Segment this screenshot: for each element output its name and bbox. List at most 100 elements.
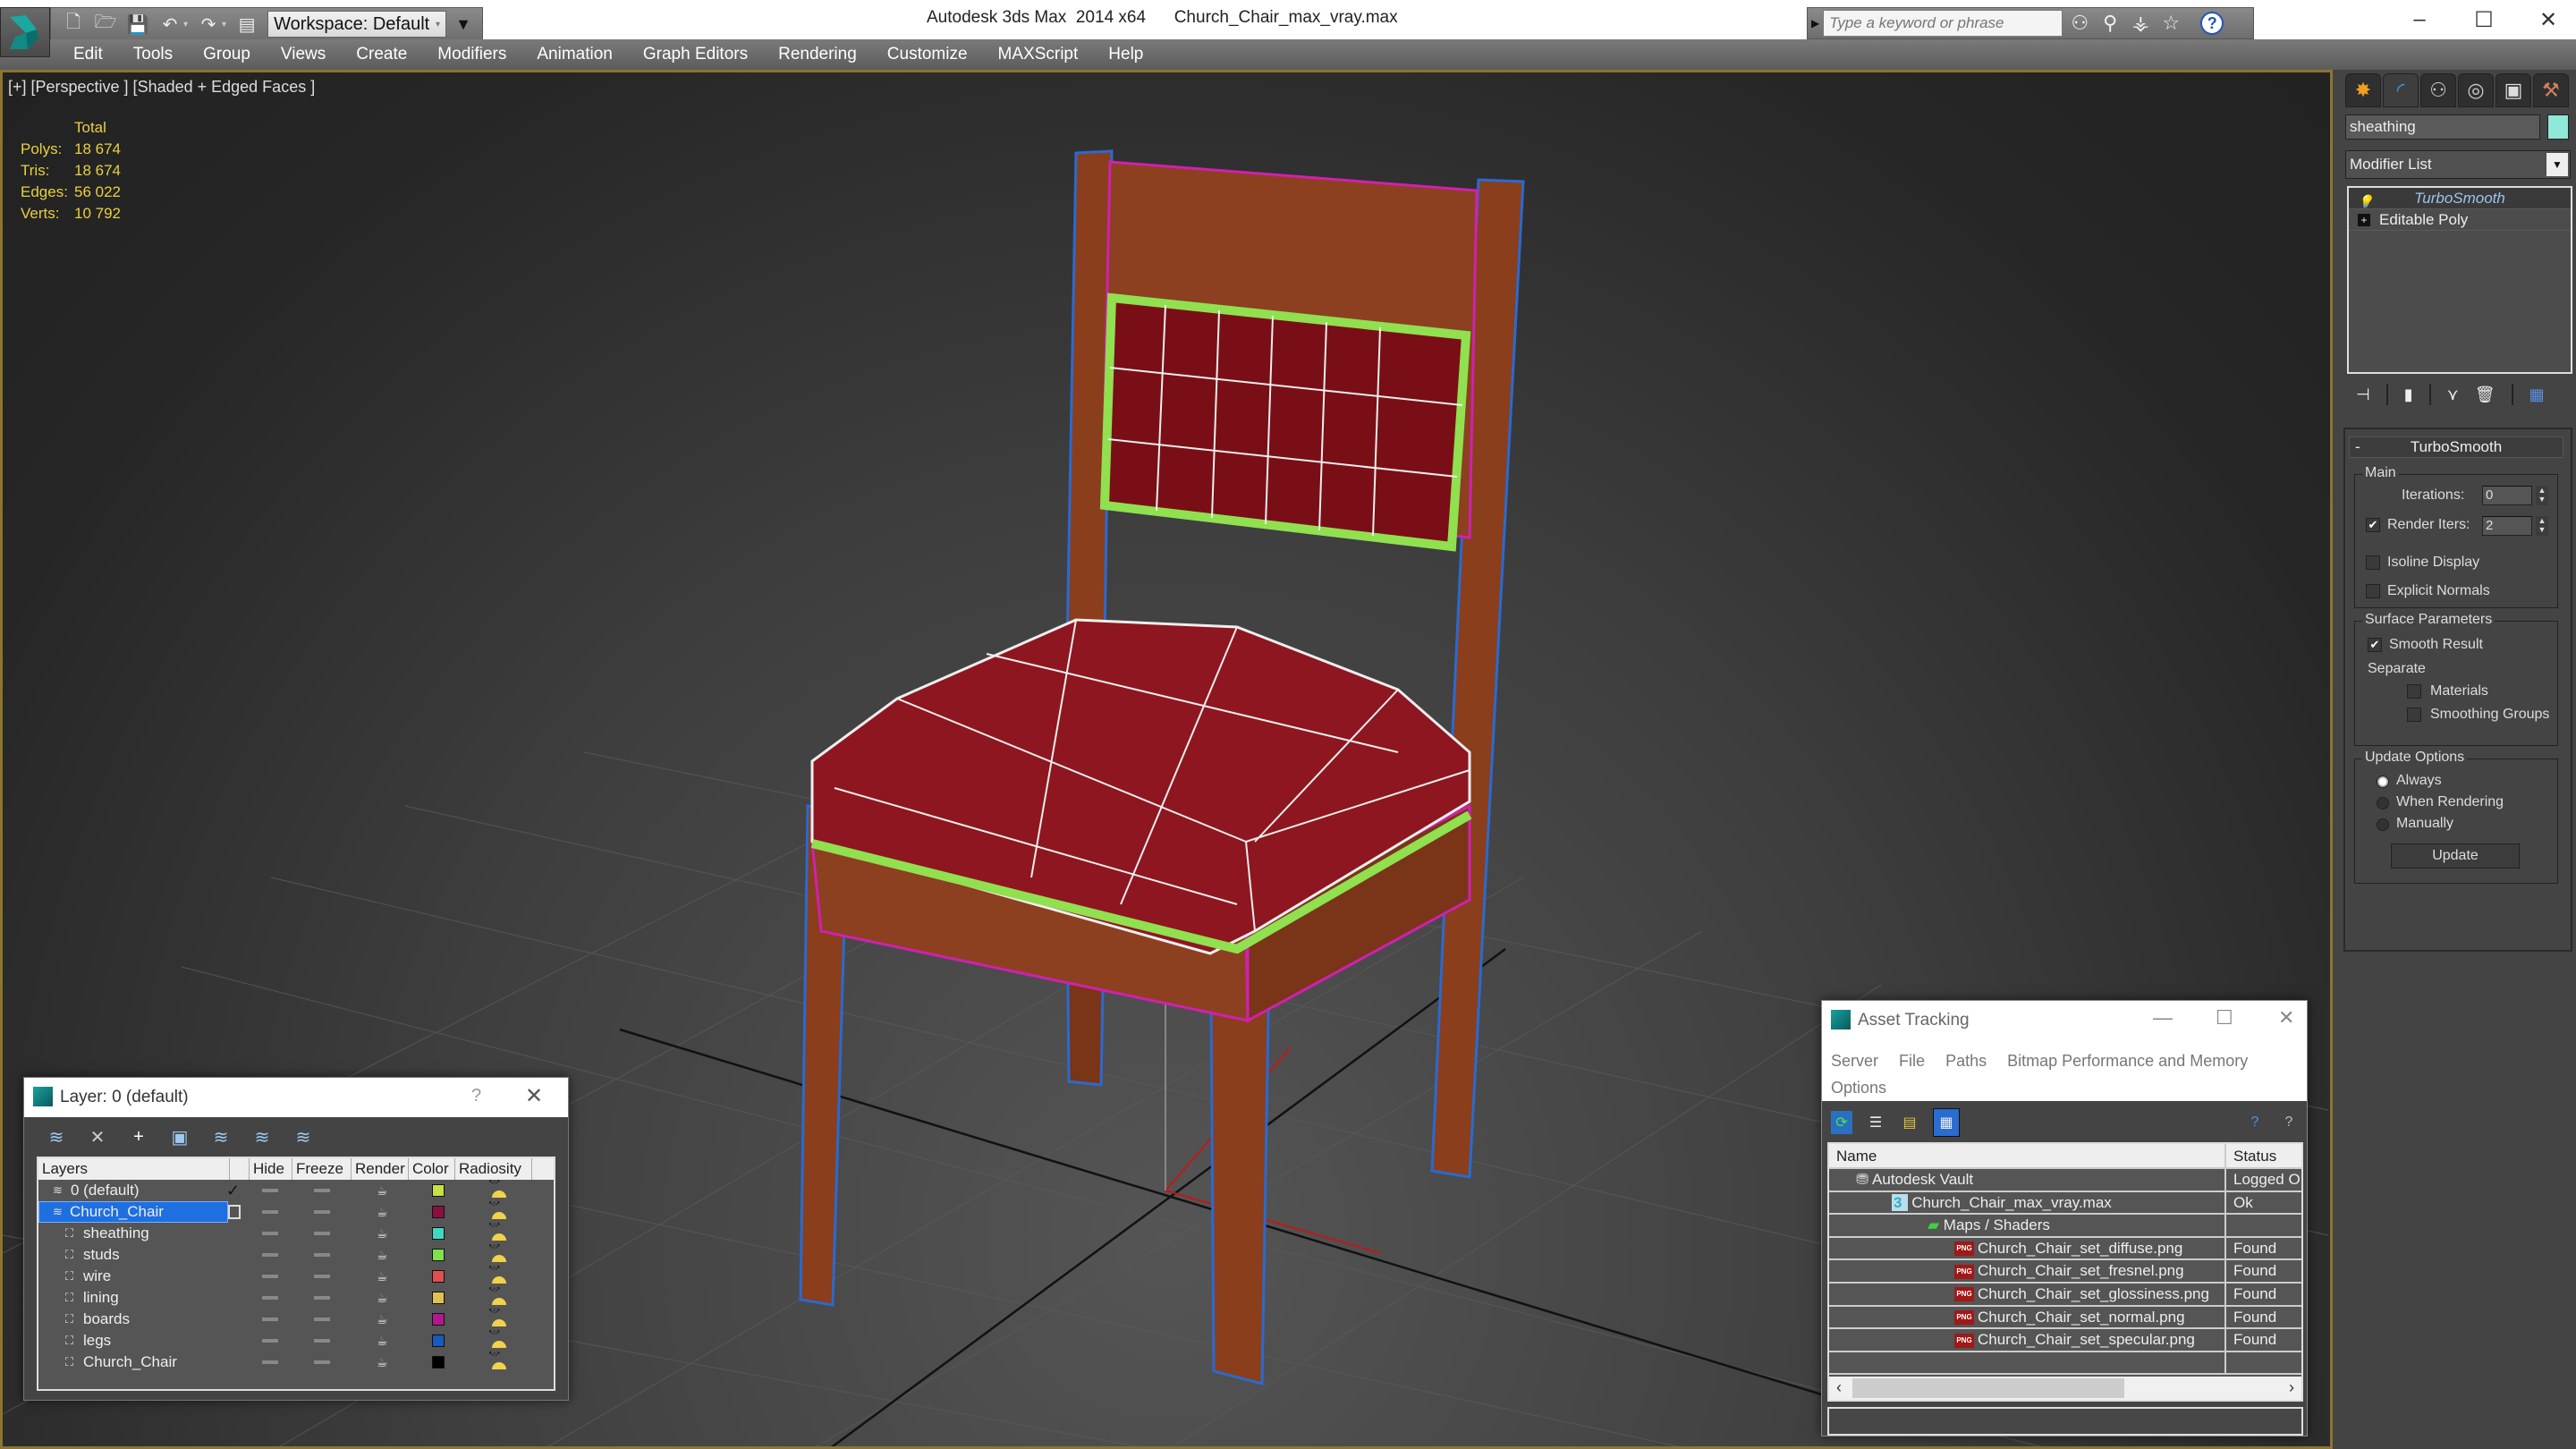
close-button[interactable]: ✕ xyxy=(525,1083,543,1109)
layer-name[interactable]: 0 (default) xyxy=(67,1181,143,1200)
add-to-layer-icon[interactable]: + xyxy=(126,1124,151,1149)
menu-tools[interactable]: Tools xyxy=(133,45,173,64)
radiosity-icon[interactable] xyxy=(488,1178,509,1198)
layer-color-swatch[interactable] xyxy=(432,1227,445,1240)
hide-toggle[interactable] xyxy=(262,1339,278,1343)
layer-color-swatch[interactable] xyxy=(432,1184,445,1197)
object-name-field[interactable]: sheathing xyxy=(2345,114,2540,140)
layer-row[interactable]: legs ⛶ ☕ xyxy=(38,1328,554,1352)
layer-name[interactable]: wire xyxy=(80,1267,114,1286)
viewport-label[interactable]: [+] [Perspective ] [Shaded + Edged Faces… xyxy=(8,78,315,97)
layer-row[interactable]: lining ⛶ ☕ xyxy=(38,1285,554,1309)
asset-row[interactable]: 3 Church_Chair_max_vray.max Ok xyxy=(1829,1191,2301,1216)
show-end-result-icon[interactable]: ▮ xyxy=(2404,386,2413,404)
freeze-toggle[interactable] xyxy=(314,1360,330,1364)
hide-toggle[interactable] xyxy=(262,1232,278,1235)
layer-name[interactable]: studs xyxy=(80,1245,123,1265)
menu-file[interactable]: File xyxy=(1899,1052,1925,1070)
open-icon[interactable]: 🗁 xyxy=(94,13,117,36)
col-radiosity[interactable]: Radiosity xyxy=(455,1158,532,1180)
layer-dialog-titlebar[interactable]: Layer: 0 (default) ? ✕ xyxy=(24,1078,568,1117)
spinner-arrows-icon[interactable]: ▲ ▼ xyxy=(2536,486,2548,505)
utilities-tab-icon[interactable]: ⚒ xyxy=(2533,73,2569,107)
menu-bitmap-performance[interactable]: Bitmap Performance and Memory xyxy=(2007,1052,2248,1070)
menu-create[interactable]: Create xyxy=(356,45,407,64)
undo-dropdown-icon[interactable]: ▾ xyxy=(183,20,188,30)
object-color-swatch[interactable] xyxy=(2547,114,2569,140)
project-icon[interactable]: ▤ xyxy=(235,13,258,36)
maximize-button[interactable]: ☐ xyxy=(2462,4,2506,36)
key-icon[interactable]: ⚲ xyxy=(2097,10,2123,37)
layer-row[interactable]: studs ⛶ ☕ xyxy=(38,1242,554,1266)
col-name[interactable]: Name xyxy=(1829,1144,2226,1167)
rollout-header[interactable]: - TurboSmooth xyxy=(2349,436,2563,458)
horizontal-scrollbar[interactable]: ‹ › xyxy=(1829,1377,2301,1400)
asset-row[interactable]: PNG Church_Chair_set_fresnel.png Found xyxy=(1829,1260,2301,1284)
pin-stack-icon[interactable]: ⊣ xyxy=(2356,386,2370,404)
iterations-spinner[interactable]: 0 xyxy=(2482,486,2532,505)
menu-rendering[interactable]: Rendering xyxy=(778,45,857,64)
current-layer-check-icon[interactable]: ✓ xyxy=(226,1182,240,1200)
create-tab-icon[interactable]: ✸ xyxy=(2345,73,2381,107)
help-button[interactable]: ? xyxy=(471,1086,481,1106)
close-button[interactable]: ✕ xyxy=(2278,1006,2294,1030)
motion-tab-icon[interactable]: ◎ xyxy=(2458,73,2494,107)
make-unique-icon[interactable]: ⋎ xyxy=(2447,386,2459,404)
configure-sets-icon[interactable]: ▦ xyxy=(2529,386,2545,404)
when-rendering-radio[interactable] xyxy=(2377,797,2389,809)
spinner-arrows-icon[interactable]: ▲ ▼ xyxy=(2536,516,2548,536)
layer-row[interactable]: 0 (default) ≋ ✓ ☕ xyxy=(38,1178,554,1201)
explicit-normals-checkbox[interactable] xyxy=(2366,584,2380,598)
radiosity-icon[interactable] xyxy=(488,1221,509,1241)
redo-dropdown-icon[interactable]: ▾ xyxy=(222,20,226,30)
hide-toggle[interactable] xyxy=(262,1253,278,1257)
hide-toggle[interactable] xyxy=(262,1318,278,1321)
new-icon[interactable]: 🗋 xyxy=(62,13,85,36)
menu-server[interactable]: Server xyxy=(1831,1052,1878,1070)
render-iters-spinner[interactable]: 2 xyxy=(2482,516,2532,536)
render-iters-checkbox[interactable]: ✔ xyxy=(2366,518,2380,532)
layer-row[interactable]: ⊟Church_Chair≋☕ xyxy=(38,1199,554,1223)
layer-name[interactable]: legs xyxy=(80,1331,114,1351)
help-icon[interactable]: ? xyxy=(2278,1111,2300,1134)
hide-freeze-icon[interactable]: ≋ xyxy=(250,1124,275,1149)
smooth-result-checkbox[interactable]: ✔ xyxy=(2368,638,2382,652)
redo-icon[interactable]: ↷ xyxy=(197,13,220,36)
delete-layer-icon[interactable]: ✕ xyxy=(85,1124,110,1149)
workspace-dropdown[interactable]: Workspace: Default ▾ xyxy=(267,11,447,38)
close-button[interactable]: ✕ xyxy=(2526,4,2571,36)
col-status[interactable]: Status xyxy=(2226,1144,2276,1167)
layer-properties-icon[interactable]: ≋ xyxy=(291,1124,316,1149)
layer-name[interactable]: Church_Chair xyxy=(80,1352,181,1372)
col-color[interactable]: Color xyxy=(409,1158,455,1180)
radiosity-icon[interactable] xyxy=(488,1264,509,1284)
select-objects-icon[interactable]: ▣ xyxy=(167,1124,192,1149)
menu-options[interactable]: Options xyxy=(1831,1079,1886,1097)
layer-name[interactable]: lining xyxy=(80,1288,123,1308)
layer-color-swatch[interactable] xyxy=(432,1249,445,1261)
render-teapot-icon[interactable]: ☕ xyxy=(377,1205,388,1220)
layer-row[interactable]: sheathing ⛶ ☕ xyxy=(38,1221,554,1244)
expand-icon[interactable]: ▶ xyxy=(1811,17,1819,30)
radiosity-icon[interactable] xyxy=(488,1307,509,1326)
render-teapot-icon[interactable]: ☕ xyxy=(377,1312,388,1327)
layer-color-swatch[interactable] xyxy=(432,1292,445,1304)
asset-row[interactable]: PNG Church_Chair_set_glossiness.png Found xyxy=(1829,1283,2301,1307)
render-teapot-icon[interactable]: ☕ xyxy=(377,1183,388,1199)
col-current[interactable] xyxy=(230,1158,250,1180)
layer-color-swatch[interactable] xyxy=(432,1313,445,1326)
freeze-toggle[interactable] xyxy=(314,1275,330,1278)
menu-customize[interactable]: Customize xyxy=(887,45,968,64)
render-teapot-icon[interactable]: ☕ xyxy=(377,1355,388,1370)
binoculars-icon[interactable]: ⚇ xyxy=(2066,10,2093,37)
layer-name[interactable]: boards xyxy=(80,1309,133,1329)
search-input[interactable] xyxy=(1823,10,2063,37)
col-freeze[interactable]: Freeze xyxy=(292,1158,352,1180)
asset-row[interactable]: ▰ Maps / Shaders xyxy=(1829,1215,2301,1238)
modify-tab-icon[interactable]: ◜ xyxy=(2383,73,2419,107)
hide-toggle[interactable] xyxy=(262,1275,278,1278)
customize-toolbar-icon[interactable]: ▼ xyxy=(455,15,471,34)
minimize-button[interactable]: — xyxy=(2153,1006,2173,1030)
asset-row[interactable]: ⛃ Autodesk Vault Logged O xyxy=(1829,1169,2301,1192)
layer-name[interactable]: sheathing xyxy=(80,1224,153,1243)
